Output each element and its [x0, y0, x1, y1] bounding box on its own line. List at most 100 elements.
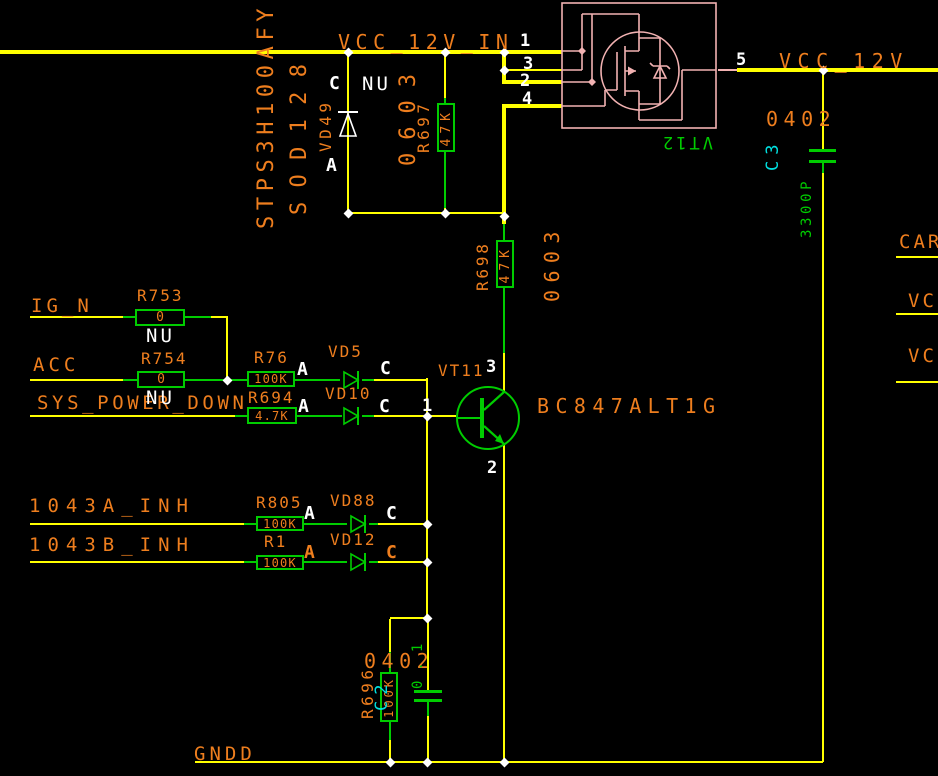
wire-segment[interactable] — [30, 561, 244, 563]
anode-marker-vd49: A — [326, 157, 337, 175]
resistor-r76-value: 100K — [254, 373, 288, 385]
cathode-marker-vd49: C — [329, 75, 340, 93]
resistor-r698-value: 47K — [499, 245, 512, 283]
cathode-marker-vd5: C — [380, 360, 391, 378]
fit-note-r753: NU — [146, 327, 175, 346]
cathode-marker-vd10: C — [379, 398, 390, 416]
net-label-gndd[interactable]: GNDD — [194, 745, 256, 764]
resistor-r698[interactable]: 47K — [496, 240, 514, 288]
component-lead[interactable] — [235, 415, 247, 417]
diode-vd12-symbol[interactable] — [347, 551, 371, 573]
package-c3: 0402 — [766, 109, 836, 129]
wire-segment[interactable] — [502, 104, 506, 216]
ref-designator-r1[interactable]: R1 — [264, 534, 287, 550]
net-label-1043a-inh[interactable]: 1043A_INH — [29, 497, 195, 516]
resistor-r754[interactable]: 0 — [137, 371, 185, 388]
wire-segment[interactable] — [502, 80, 562, 84]
wire-segment[interactable] — [503, 444, 505, 762]
junction-dot — [423, 558, 433, 568]
net-label-ig-n[interactable]: IG_N — [31, 297, 93, 316]
ref-designator-vd88[interactable]: VD88 — [330, 493, 377, 509]
ref-designator-vd49[interactable]: VD49 — [318, 96, 334, 152]
cathode-marker-vd12: C — [386, 544, 397, 562]
junction-dot — [500, 758, 510, 768]
ref-designator-r754[interactable]: R754 — [141, 351, 188, 367]
schematic-canvas[interactable]: 0 0 100K 4.7K 100K 100K 47K 47K 100K VCC… — [0, 0, 938, 776]
wire-segment[interactable] — [444, 52, 446, 98]
capacitor-c3-plate[interactable] — [809, 160, 836, 163]
transistor-vt11-symbol[interactable] — [455, 384, 525, 454]
resistor-r805[interactable]: 100K — [256, 516, 304, 531]
ref-designator-r76[interactable]: R76 — [254, 350, 289, 366]
resistor-r697[interactable]: 47K — [437, 103, 455, 152]
mosfet-vt12-symbol[interactable] — [560, 2, 718, 152]
resistor-r1-value: 100K — [263, 557, 297, 569]
wire-segment[interactable] — [896, 256, 938, 258]
net-label-vcc-12v[interactable]: VCC_12V — [779, 51, 909, 71]
net-label-1043b-inh[interactable]: 1043B_INH — [29, 536, 195, 555]
component-lead[interactable] — [444, 152, 446, 208]
net-label-vcc-12v-in[interactable]: VCC_12V_IN — [338, 32, 513, 52]
ref-designator-vd5[interactable]: VD5 — [328, 344, 363, 360]
ref-designator-vd12[interactable]: VD12 — [330, 532, 377, 548]
junction-dot — [441, 209, 451, 219]
component-lead[interactable] — [822, 163, 824, 173]
wire-segment[interactable] — [374, 379, 428, 381]
wire-segment[interactable] — [896, 313, 938, 315]
wire-segment[interactable] — [30, 379, 123, 381]
component-lead[interactable] — [244, 561, 256, 563]
capacitor-c2-plate[interactable] — [414, 690, 442, 693]
resistor-r76[interactable]: 100K — [247, 371, 295, 387]
component-lead[interactable] — [503, 288, 505, 353]
wire-segment[interactable] — [348, 212, 506, 214]
resistor-r694[interactable]: 4.7K — [247, 407, 297, 424]
part-number-left: STPS3H100AFY — [256, 1, 278, 229]
capacitor-c3-plate[interactable] — [809, 149, 836, 152]
net-label-vc-bottom[interactable]: VC — [908, 347, 937, 366]
component-lead[interactable] — [185, 379, 225, 381]
fit-note-vd49: NU — [362, 75, 391, 94]
capacitor-c2-plate[interactable] — [414, 699, 442, 702]
wire-segment[interactable] — [30, 415, 235, 417]
component-lead[interactable] — [244, 523, 256, 525]
junction-dot — [423, 758, 433, 768]
diode-vd10-symbol[interactable] — [340, 405, 364, 427]
ref-designator-vt12[interactable]: VT12 — [660, 133, 713, 150]
net-label-acc[interactable]: ACC — [33, 356, 79, 375]
component-lead[interactable] — [123, 379, 137, 381]
component-lead[interactable] — [389, 722, 391, 740]
wire-segment[interactable] — [226, 317, 228, 380]
wire-segment[interactable] — [427, 716, 429, 762]
component-lead[interactable] — [503, 224, 505, 240]
component-lead[interactable] — [427, 702, 429, 716]
component-lead[interactable] — [185, 316, 211, 318]
anode-marker-r805-row: A — [304, 505, 315, 523]
mosfet-pin5-stub — [718, 69, 737, 71]
pin-number-vt11-1: 1 — [422, 398, 432, 415]
ref-designator-r694[interactable]: R694 — [248, 390, 295, 406]
ref-designator-c2[interactable]: C2 — [374, 677, 391, 711]
ref-designator-r697[interactable]: R697 — [416, 95, 432, 153]
ref-designator-vd10[interactable]: VD10 — [325, 386, 372, 402]
resistor-r697-value: 47K — [440, 108, 453, 146]
net-label-vc-top[interactable]: VC — [908, 292, 937, 311]
wire-segment[interactable] — [30, 523, 244, 525]
pin-number-vt11-3: 3 — [486, 359, 496, 376]
wire-segment[interactable] — [822, 173, 824, 762]
wire-segment[interactable] — [389, 619, 391, 652]
ref-designator-r753[interactable]: R753 — [137, 288, 184, 304]
ref-designator-c3[interactable]: C3 — [765, 139, 782, 171]
ref-designator-vt11[interactable]: VT11 — [438, 363, 485, 379]
package-left: SOD128 — [289, 49, 311, 215]
diode-vd49-symbol[interactable] — [335, 104, 361, 144]
component-lead[interactable] — [123, 316, 135, 318]
anode-marker-r76-row: A — [297, 361, 308, 379]
resistor-r805-value: 100K — [263, 518, 297, 530]
net-label-car[interactable]: CAR — [899, 233, 938, 252]
wire-segment[interactable] — [896, 381, 938, 383]
resistor-r1[interactable]: 100K — [256, 555, 304, 570]
net-label-sys-power-down[interactable]: SYS_POWER_DOWN — [37, 394, 248, 413]
ref-designator-r698[interactable]: R698 — [475, 239, 491, 291]
resistor-r753[interactable]: 0 — [135, 309, 185, 326]
ref-designator-r805[interactable]: R805 — [256, 495, 303, 511]
